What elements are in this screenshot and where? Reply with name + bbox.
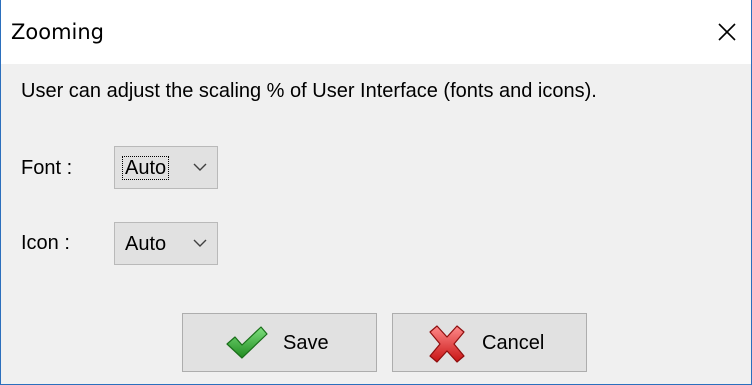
save-button-label: Save [283, 332, 329, 354]
title-bar: Zooming [1, 0, 751, 64]
description-text: User can adjust the scaling % of User In… [21, 80, 597, 102]
zooming-dialog: Zooming User can adjust the scaling % of… [0, 0, 752, 385]
font-scale-value: Auto [121, 156, 170, 180]
save-button[interactable]: Save [182, 313, 377, 372]
icon-label: Icon : [21, 232, 70, 254]
cancel-button-label: Cancel [482, 332, 545, 354]
chevron-down-icon [193, 163, 207, 171]
font-label: Font : [21, 157, 73, 179]
checkmark-icon [226, 326, 268, 359]
chevron-down-icon [193, 239, 207, 247]
icon-scale-value: Auto [125, 233, 167, 255]
close-button[interactable] [703, 12, 751, 52]
close-icon [718, 23, 736, 41]
icon-scale-select[interactable]: Auto [114, 222, 218, 265]
red-x-icon [429, 325, 465, 363]
dialog-title: Zooming [11, 20, 105, 44]
cancel-button[interactable]: Cancel [392, 313, 587, 372]
font-scale-select[interactable]: Auto [114, 146, 218, 189]
